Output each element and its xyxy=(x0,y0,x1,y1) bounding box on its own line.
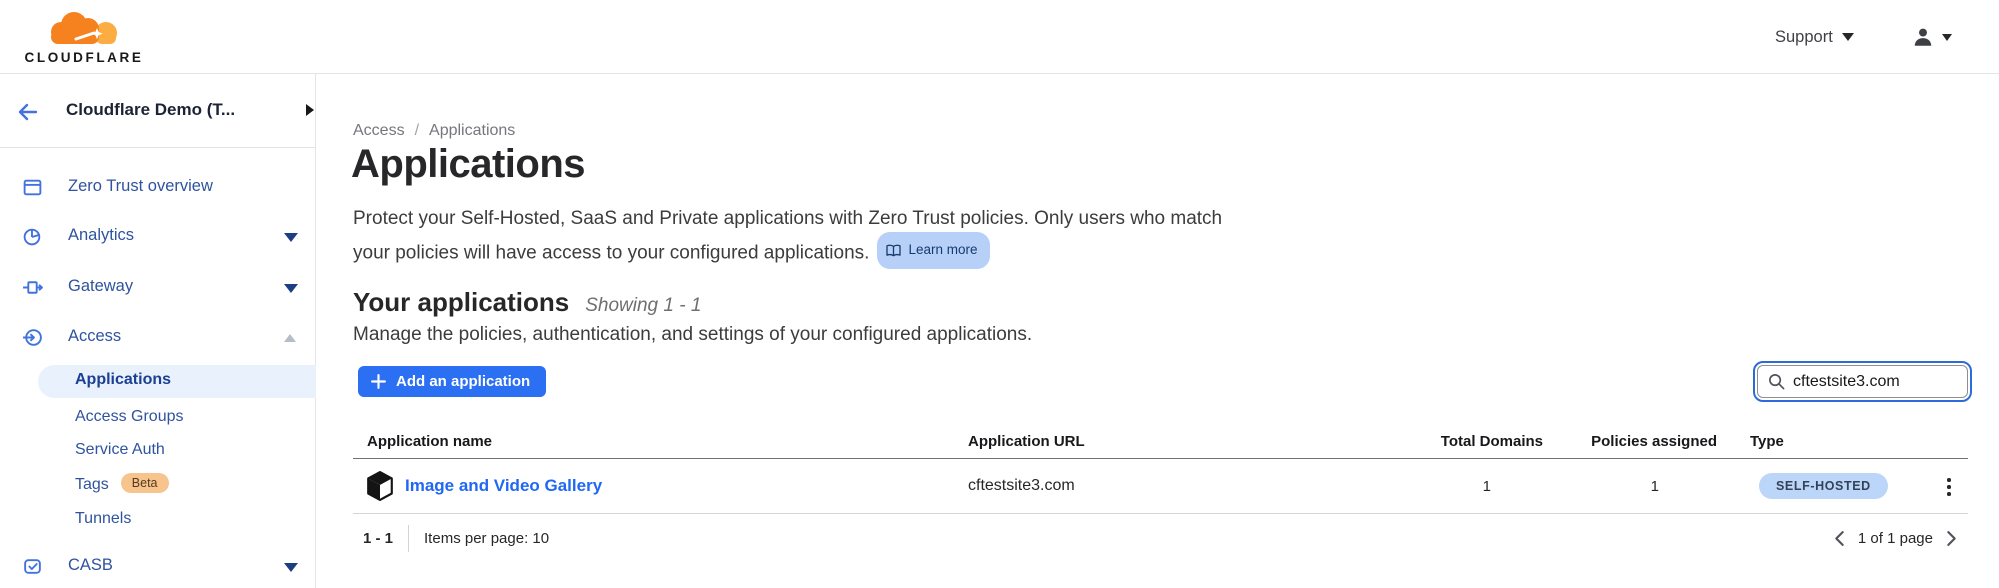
chevron-down-icon xyxy=(1842,33,1854,41)
page-indicator: 1 of 1 page xyxy=(1858,530,1933,547)
user-account-menu[interactable] xyxy=(1912,0,1952,74)
support-label: Support xyxy=(1775,28,1833,47)
breadcrumb-applications[interactable]: Applications xyxy=(429,122,515,140)
cloudflare-wordmark: CLOUDFLARE xyxy=(18,50,150,65)
search-icon xyxy=(1768,373,1785,390)
chevron-down-icon[interactable] xyxy=(284,563,298,572)
sidebar: Cloudflare Demo (T... Zero Trust overvie… xyxy=(0,74,316,588)
learn-more-label: Learn more xyxy=(908,235,977,265)
type-cell: SELF-HOSTED xyxy=(1717,473,1968,499)
footer-divider xyxy=(408,525,409,552)
column-header-type: Type xyxy=(1717,433,1968,450)
column-header-application-url: Application URL xyxy=(968,433,1358,450)
learn-more-badge[interactable]: Learn more xyxy=(877,232,990,269)
breadcrumb: Access / Applications xyxy=(353,122,515,140)
sidebar-item-tunnels[interactable]: Tunnels xyxy=(75,510,131,528)
previous-page-chevron-icon[interactable] xyxy=(1833,530,1846,547)
sidebar-item-label: Access xyxy=(68,327,121,346)
sidebar-item-label: Tags xyxy=(75,476,109,493)
sidebar-item-access-groups[interactable]: Access Groups xyxy=(75,408,183,426)
chevron-down-icon xyxy=(1942,34,1952,41)
gateway-icon xyxy=(22,277,43,298)
app-window: CLOUDFLARE Support Cloudflare Demo (T... xyxy=(0,0,1999,588)
pagination: 1 of 1 page xyxy=(1833,530,1958,547)
main-content: Access / Applications Applications Prote… xyxy=(316,74,1999,588)
next-page-chevron-icon[interactable] xyxy=(1945,530,1958,547)
table-row: Image and Video Gallery cftestsite3.com … xyxy=(353,459,1968,514)
policies-assigned-cell: 1 xyxy=(1543,478,1717,495)
page-title: Applications xyxy=(351,142,585,187)
table-header-row: Application name Application URL Total D… xyxy=(353,425,1968,459)
cloudflare-logo[interactable]: CLOUDFLARE xyxy=(18,6,150,68)
sidebar-expand-icon[interactable] xyxy=(306,104,314,116)
top-navigation-bar: CLOUDFLARE Support xyxy=(0,0,1999,74)
beta-badge: Beta xyxy=(121,473,169,493)
chevron-up-icon[interactable] xyxy=(284,334,296,342)
account-name[interactable]: Cloudflare Demo (T... xyxy=(66,100,235,120)
sidebar-item-label: Gateway xyxy=(68,277,133,296)
window-icon xyxy=(22,177,43,198)
user-icon xyxy=(1912,26,1934,48)
table-footer: 1 - 1 Items per page: 10 1 of 1 page xyxy=(353,514,1968,562)
column-header-policies-assigned: Policies assigned xyxy=(1543,433,1717,450)
back-arrow-icon[interactable] xyxy=(16,100,40,124)
support-menu[interactable]: Support xyxy=(1775,0,1854,74)
page-description-text: Protect your Self-Hosted, SaaS and Priva… xyxy=(353,208,1222,264)
items-per-page[interactable]: Items per page: 10 xyxy=(424,530,549,547)
cloudflare-cloud-icon xyxy=(18,6,150,50)
section-title: Your applications xyxy=(353,287,569,318)
login-arrow-icon xyxy=(22,327,43,348)
breadcrumb-separator: / xyxy=(415,122,419,140)
sidebar-item-applications[interactable]: Applications xyxy=(75,371,171,389)
application-name-cell: Image and Video Gallery xyxy=(353,471,968,501)
book-icon xyxy=(886,244,901,257)
application-cube-icon xyxy=(367,471,393,501)
sidebar-item-label: Zero Trust overview xyxy=(68,177,213,196)
plus-icon xyxy=(371,374,386,389)
visible-range: 1 - 1 xyxy=(363,530,393,547)
type-badge-self-hosted: SELF-HOSTED xyxy=(1759,473,1888,499)
sidebar-item-label: CASB xyxy=(68,556,113,575)
add-application-label: Add an application xyxy=(396,373,530,390)
page-description: Protect your Self-Hosted, SaaS and Priva… xyxy=(353,204,1253,271)
search-input[interactable] xyxy=(1793,373,1953,391)
application-name-link[interactable]: Image and Video Gallery xyxy=(405,476,602,496)
column-header-total-domains: Total Domains xyxy=(1358,433,1543,450)
applications-table: Application name Application URL Total D… xyxy=(353,425,1968,514)
sidebar-item-service-auth[interactable]: Service Auth xyxy=(75,441,165,459)
sidebar-item-zero-trust-overview[interactable]: Zero Trust overview xyxy=(0,173,315,203)
sidebar-item-gateway[interactable]: Gateway xyxy=(0,273,315,303)
column-header-application-name: Application name xyxy=(353,433,968,450)
breadcrumb-access[interactable]: Access xyxy=(353,122,405,140)
search-box xyxy=(1757,365,1968,398)
add-application-button[interactable]: Add an application xyxy=(358,366,546,397)
row-actions-kebab-menu[interactable] xyxy=(1936,473,1962,501)
sidebar-item-casb[interactable]: CASB xyxy=(0,552,315,582)
pie-chart-icon xyxy=(22,226,43,247)
section-header: Your applications Showing 1 - 1 xyxy=(353,287,701,318)
sidebar-item-access[interactable]: Access xyxy=(0,323,315,353)
account-selector: Cloudflare Demo (T... xyxy=(0,74,315,148)
sidebar-item-tags[interactable]: Tags Beta xyxy=(75,475,169,495)
showing-count: Showing 1 - 1 xyxy=(585,295,701,317)
casb-check-icon xyxy=(22,556,43,577)
section-description: Manage the policies, authentication, and… xyxy=(353,324,1032,346)
total-domains-cell: 1 xyxy=(1358,478,1543,495)
sidebar-item-label: Analytics xyxy=(68,226,134,245)
chevron-down-icon[interactable] xyxy=(284,284,298,293)
application-url-cell: cftestsite3.com xyxy=(968,477,1358,495)
chevron-down-icon[interactable] xyxy=(284,233,298,242)
sidebar-item-analytics[interactable]: Analytics xyxy=(0,222,315,252)
